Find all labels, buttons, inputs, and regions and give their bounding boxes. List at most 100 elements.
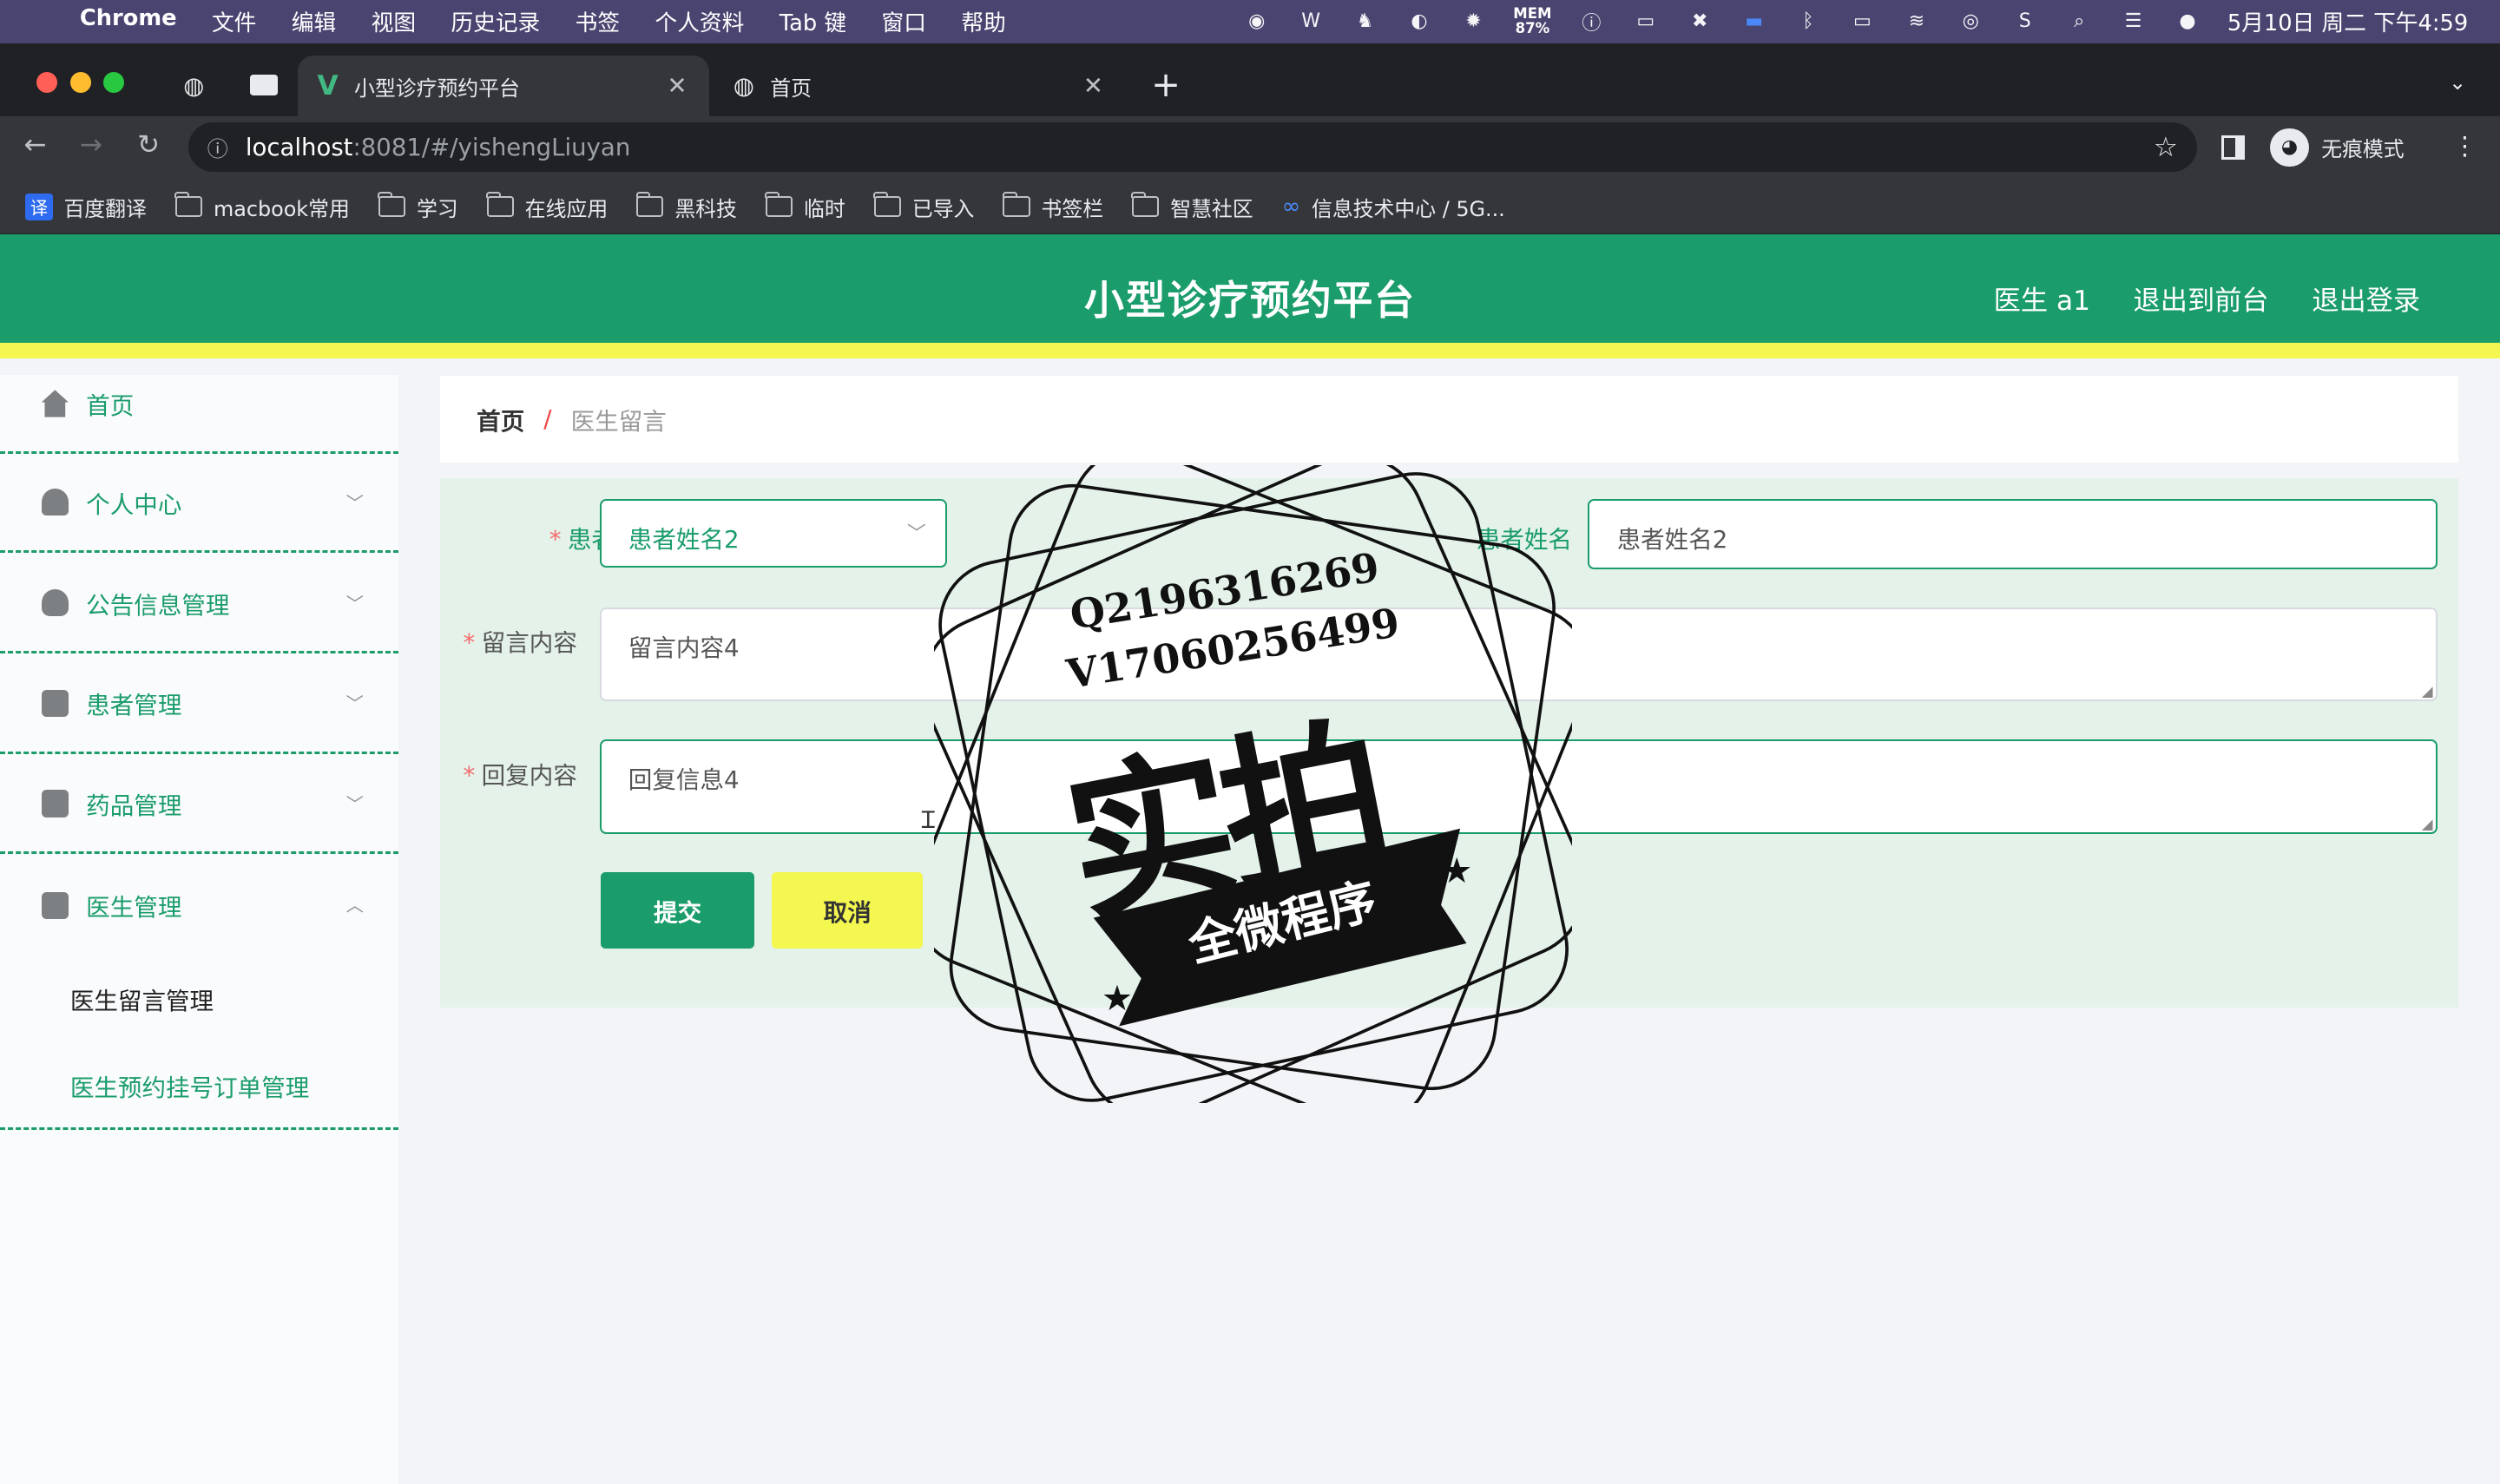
patient-select[interactable]: 患者姓名2 ﹀	[599, 498, 947, 568]
incognito-icon: ◕	[2270, 128, 2309, 167]
tab-close-icon[interactable]: ✕	[668, 72, 688, 100]
sidebar: 首页 个人中心 ﹀ 公告信息管理 ﹀ 患者管理 ﹀ 药品管理 ﹀ 医生管理 ︿ …	[0, 374, 399, 1484]
side-panel-icon[interactable]	[2220, 135, 2246, 160]
menu-item-tab[interactable]: Tab 键	[780, 5, 846, 37]
tab-active[interactable]: V 小型诊疗预约平台 ✕	[298, 56, 710, 117]
close-window-button[interactable]	[36, 71, 58, 93]
battery-icon[interactable]: ▭	[1848, 9, 1877, 34]
tab-group-icon[interactable]	[250, 75, 278, 96]
sync-icon[interactable]: S	[2010, 9, 2039, 34]
incognito-indicator[interactable]: ◕ 无痕模式	[2270, 122, 2405, 172]
bookmark-folder[interactable]: 学习	[378, 191, 458, 222]
info-icon[interactable]: ⓘ	[207, 132, 228, 162]
bookmark-folder[interactable]: 已导入	[873, 191, 975, 222]
patient-name-value: 患者姓名2	[1616, 525, 1728, 554]
medicine-icon	[41, 790, 69, 818]
display-icon[interactable]: ▬	[1740, 9, 1768, 34]
menu-item-history[interactable]: 历史记录	[451, 5, 540, 37]
sidebar-item-announcements[interactable]: 公告信息管理 ﹀	[0, 555, 399, 654]
sidebar-item-personal-center[interactable]: 个人中心 ﹀	[0, 454, 399, 554]
more-menu-icon[interactable]: ⋮	[2452, 131, 2477, 161]
app-menu: Chrome 文件 编辑 视图 历史记录 书签 个人资料 Tab 键 窗口 帮助	[80, 5, 1006, 37]
folder-icon	[635, 191, 664, 218]
bluetooth-icon[interactable]: ᛒ	[1794, 9, 1823, 34]
search-icon[interactable]: ⌕	[2065, 9, 2094, 34]
password-icon[interactable]: ⓘ	[1577, 9, 1606, 35]
message-value: 留言内容4	[628, 634, 740, 662]
zoom-window-button[interactable]	[103, 71, 125, 93]
bookmark-baidu-translate[interactable]: 译 百度翻译	[25, 192, 147, 222]
menu-item-edit[interactable]: 编辑	[292, 5, 336, 37]
new-tab-icon[interactable]: +	[1151, 63, 1181, 105]
bookmark-label: 黑科技	[674, 196, 737, 221]
back-icon[interactable]: ←	[24, 129, 47, 161]
menu-item-window[interactable]: 窗口	[882, 5, 926, 37]
folder-icon	[765, 191, 793, 218]
star-icon[interactable]: ☆	[2154, 132, 2178, 163]
patient-select-value: 患者姓名2	[628, 525, 740, 554]
forward-icon[interactable]: →	[80, 129, 102, 161]
current-user[interactable]: 医生 a1	[1994, 279, 2090, 318]
minimize-window-button[interactable]	[69, 71, 91, 93]
chat-icon[interactable]: ◐	[1405, 9, 1433, 34]
menu-item-profile[interactable]: 个人资料	[655, 5, 745, 37]
breadcrumb: 首页 / 医生留言	[439, 376, 2459, 463]
message-label: * 留言内容	[463, 629, 577, 658]
breadcrumb-home[interactable]: 首页	[477, 402, 524, 437]
tab-title: 首页	[770, 76, 812, 101]
cancel-button[interactable]: 取消	[771, 871, 924, 949]
bulb-icon	[41, 588, 69, 617]
qq-icon[interactable]: ♞	[1351, 9, 1379, 34]
game-icon[interactable]: ✹	[1459, 9, 1488, 34]
record-icon[interactable]: ◉	[1242, 9, 1271, 34]
menu-item-file[interactable]: 文件	[212, 5, 256, 37]
bookmark-label: 临时	[804, 196, 845, 221]
menu-item-view[interactable]: 视图	[372, 5, 416, 37]
sidebar-subitem-doctor-messages[interactable]: 医生留言管理	[70, 982, 214, 1016]
message-label-text: 留言内容	[481, 629, 577, 658]
sidebar-item-doctors[interactable]: 医生管理 ︿	[0, 856, 398, 955]
siri-icon[interactable]: ●	[2173, 9, 2201, 34]
menu-app-name[interactable]: Chrome	[80, 5, 177, 37]
menu-item-help[interactable]: 帮助	[961, 5, 1005, 37]
clock[interactable]: 5月10日 周二 下午4:59	[2227, 5, 2468, 37]
patient-name-field[interactable]: 患者姓名2	[1588, 498, 2438, 569]
chevron-down-icon[interactable]: ⌄	[2449, 70, 2466, 95]
breadcrumb-separator: /	[543, 405, 552, 434]
tool-icon[interactable]: ✖	[1686, 9, 1714, 34]
bookmark-label: 已导入	[911, 196, 975, 221]
wifi-icon[interactable]: ≋	[1902, 9, 1931, 34]
reload-icon[interactable]: ↻	[137, 129, 160, 161]
submit-button[interactable]: 提交	[601, 871, 754, 949]
address-bar[interactable]: ⓘ localhost:8081/#/yishengLiuyan ☆	[188, 122, 2197, 173]
resize-handle-icon[interactable]: ◢	[2422, 683, 2433, 699]
sidebar-subitem-doctor-appointments[interactable]: 医生预约挂号订单管理	[70, 1068, 309, 1103]
sidebar-item-home[interactable]: 首页	[0, 356, 399, 455]
window-icon[interactable]: ▭	[1631, 9, 1660, 34]
chevron-down-icon: ﹀	[345, 492, 364, 514]
account-icon[interactable]: ◎	[1957, 9, 1985, 34]
tab-inactive[interactable]: ◍ 首页 ✕	[714, 56, 1126, 116]
bookmark-info-center[interactable]: ∞ 信息技术中心 / 5G...	[1282, 192, 1505, 222]
translate-icon: 译	[25, 193, 53, 220]
bookmark-folder[interactable]: 智慧社区	[1131, 191, 1253, 222]
bookmark-folder[interactable]: macbook常用	[174, 191, 350, 222]
svg-text:★: ★	[1441, 850, 1472, 892]
word-icon[interactable]: W	[1297, 9, 1326, 34]
sidebar-item-patients[interactable]: 患者管理 ﹀	[0, 655, 399, 754]
sidebar-item-medicines[interactable]: 药品管理 ﹀	[0, 756, 399, 855]
control-center-icon[interactable]: ☰	[2119, 9, 2148, 34]
bookmark-folder[interactable]: 黑科技	[635, 191, 737, 222]
exit-to-frontend-link[interactable]: 退出到前台	[2134, 279, 2269, 318]
bookmark-folder[interactable]: 在线应用	[485, 191, 608, 222]
logout-link[interactable]: 退出登录	[2312, 279, 2420, 318]
bookmark-folder[interactable]: 书签栏	[1002, 191, 1103, 222]
bookmark-folder[interactable]: 临时	[765, 191, 845, 222]
menu-item-bookmarks[interactable]: 书签	[576, 5, 620, 37]
tab-close-icon[interactable]: ✕	[1083, 72, 1103, 100]
sidebar-item-label: 药品管理	[86, 792, 182, 821]
bookmark-label: macbook常用	[213, 196, 350, 221]
globe-icon[interactable]: ◍	[183, 72, 204, 100]
mem-monitor[interactable]: MEM 87%	[1513, 6, 1551, 36]
resize-handle-icon[interactable]: ◢	[2422, 816, 2433, 832]
